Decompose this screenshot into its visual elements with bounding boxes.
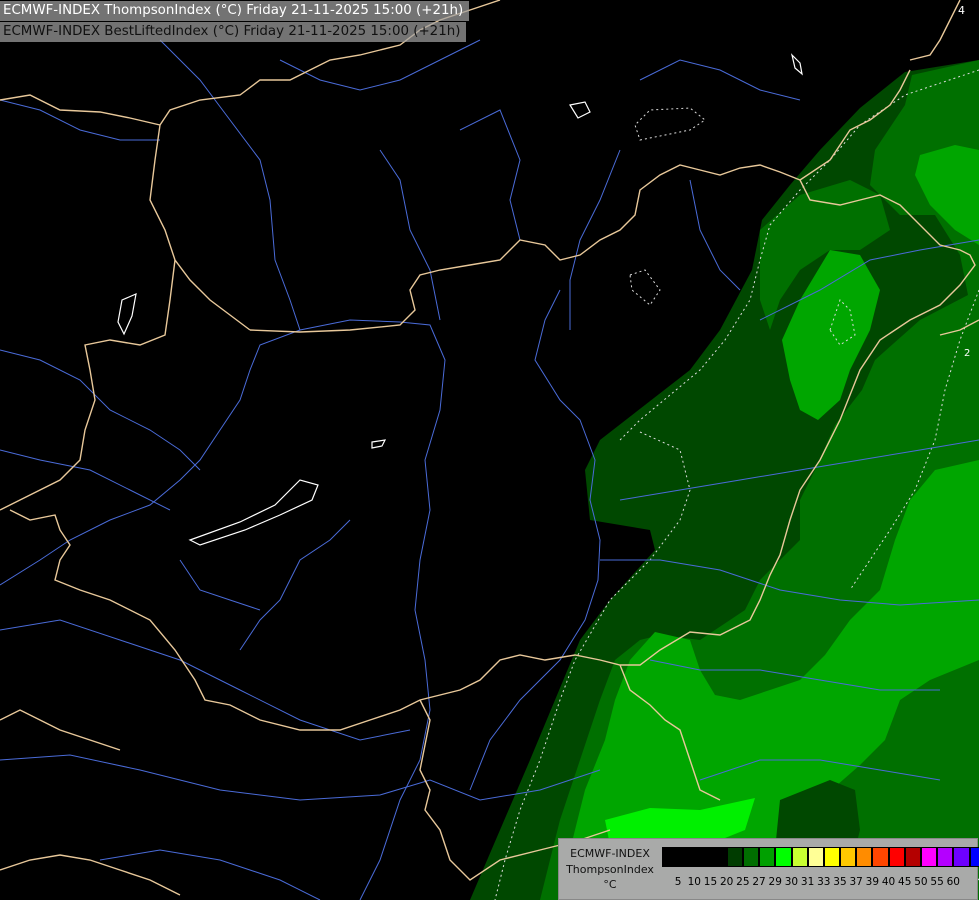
legend-swatch <box>742 847 760 867</box>
legend-unit: °C <box>603 878 617 891</box>
legend-swatch <box>694 847 711 867</box>
legend-tick-label: 25 <box>736 876 750 888</box>
legend-tick-label: 20 <box>719 876 734 888</box>
title-best-lifted-index: ECMWF-INDEX BestLiftedIndex (°C) Friday … <box>0 22 467 42</box>
legend-tick-label: 5 <box>674 876 682 888</box>
legend-swatch <box>921 847 938 867</box>
legend-swatch <box>710 847 727 867</box>
legend-swatch <box>823 847 841 867</box>
legend-tick-label: 37 <box>849 876 863 888</box>
legend-tick-label: 50 <box>914 876 928 888</box>
legend-tick-label: 31 <box>800 876 815 888</box>
legend-swatches <box>662 847 979 867</box>
legend-swatch <box>969 847 979 867</box>
legend-swatch <box>726 847 743 867</box>
legend-swatch <box>775 847 792 867</box>
legend-model: ECMWF-INDEX <box>570 847 650 860</box>
legend-tick-label: 40 <box>881 876 896 888</box>
legend-tick-label: 29 <box>768 876 782 888</box>
legend-swatch <box>807 847 824 867</box>
legend-swatch <box>872 847 889 867</box>
legend-swatch <box>888 847 905 867</box>
weather-map: 4 2 <box>0 0 979 900</box>
color-legend: ECMWF-INDEX ThompsonIndex °C 5 10 15 20 25 27… <box>558 838 979 900</box>
legend-tick-label: 60 <box>946 876 960 888</box>
legend-swatch <box>953 847 970 867</box>
legend-tick-label: 10 <box>687 876 701 888</box>
legend-param: ThompsonIndex <box>566 863 654 876</box>
legend-swatch <box>904 847 921 867</box>
legend-swatch <box>840 847 857 867</box>
legend-swatch <box>678 847 695 867</box>
legend-swatch <box>662 847 679 867</box>
legend-swatch <box>759 847 776 867</box>
legend-tick-label: 39 <box>865 876 880 888</box>
legend-swatch <box>937 847 954 867</box>
legend-swatch <box>791 847 808 867</box>
title-thompson-index: ECMWF-INDEX ThompsonIndex (°C) Friday 21… <box>0 1 470 21</box>
contour-label-east: 2 <box>964 348 970 359</box>
legend-swatch <box>856 847 873 867</box>
legend-ticks: 5 10 15 20 25 27 29 30 31 33 35 37 39 40 45 50 55 60 <box>662 875 961 889</box>
legend-tick-label: 15 <box>703 876 718 888</box>
legend-tick-spacer <box>662 875 670 889</box>
legend-tick-label: 45 <box>898 876 912 888</box>
legend-tick-label: 55 <box>930 876 944 888</box>
legend-tick-label: 33 <box>817 876 831 888</box>
legend-tick-label: 27 <box>752 876 766 888</box>
legend-tick-label: 35 <box>833 876 847 888</box>
legend-tick-label: 30 <box>784 876 799 888</box>
contour-label-top: 4 <box>958 4 965 17</box>
